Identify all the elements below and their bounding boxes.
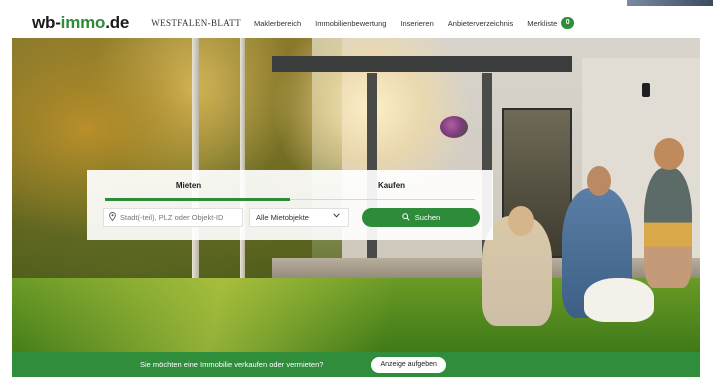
woman-head [508,206,534,236]
man-head [587,166,611,196]
object-type-value: Alle Mietobjekte [256,213,309,222]
object-type-select[interactable]: Alle Mietobjekte [249,208,349,227]
search-button[interactable]: Suchen [362,208,480,227]
search-panel: Mieten Kaufen Alle Mietobjekte Suchen [87,170,493,240]
search-icon [402,212,410,223]
newspaper-logo[interactable]: WESTFALEN-BLATT [151,18,241,28]
location-field[interactable] [103,208,243,227]
site-logo[interactable]: wb-immo.de [32,13,129,33]
site-header: wb-immo.de WESTFALEN-BLATT Maklerbereich… [12,8,700,38]
nav-anbieterverzeichnis[interactable]: Anbieterverzeichnis [448,19,513,28]
nav-inserieren[interactable]: Inserieren [400,19,433,28]
tab-divider [290,199,475,200]
merkliste-count-badge: 0 [561,17,575,29]
wall-lamp [642,83,650,97]
sell-banner: Sie möchten eine Immobilie verkaufen ode… [12,352,700,377]
nav-immobilienbewertung[interactable]: Immobilienbewertung [315,19,386,28]
active-tab-indicator [105,198,290,201]
tab-mieten[interactable]: Mieten [87,170,290,200]
banner-text: Sie möchten eine Immobilie verkaufen ode… [140,360,324,369]
search-tabs: Mieten Kaufen [87,170,493,201]
main-nav: Maklerbereich Immobilienbewertung Inseri… [254,19,527,28]
map-pin-icon [109,212,116,223]
hanging-flowers [440,116,468,138]
create-listing-button[interactable]: Anzeige aufgeben [371,356,446,373]
merkliste-link[interactable]: Merkliste 0 [527,17,575,29]
chevron-down-icon [333,213,340,220]
child-head [654,138,684,170]
search-button-label: Suchen [414,213,441,222]
location-input[interactable] [120,213,240,222]
tab-kaufen[interactable]: Kaufen [290,170,493,200]
logo-part: .de [105,13,130,32]
house-roof [272,56,572,72]
dog-figure [584,278,654,322]
birch-trunk [240,38,245,288]
logo-accent: immo [60,13,106,32]
logo-part: wb- [32,13,61,32]
birch-trunk [192,38,199,288]
corner-image [627,0,713,6]
merkliste-label: Merkliste [527,18,558,28]
top-strip [0,0,713,6]
nav-maklerbereich[interactable]: Maklerbereich [254,19,301,28]
child-figure [644,168,692,288]
